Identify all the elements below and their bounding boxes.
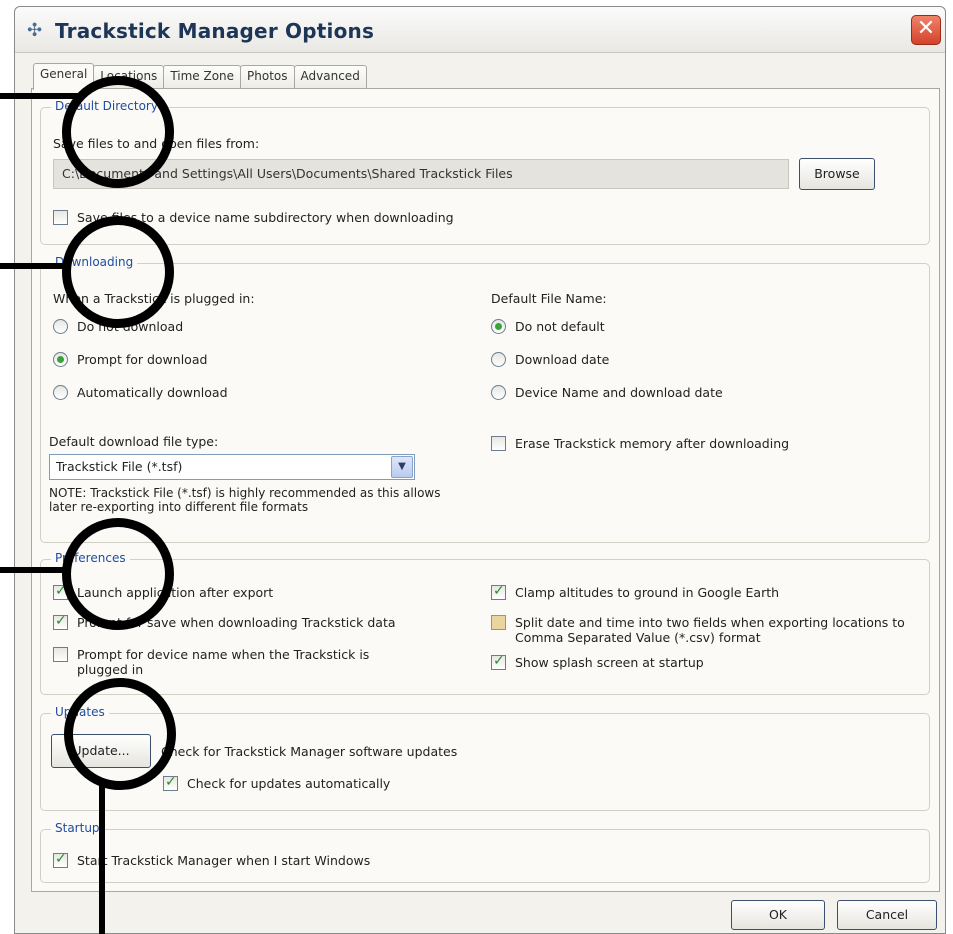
tab-advanced[interactable]: Advanced	[293, 65, 367, 89]
callout-circle	[62, 518, 174, 630]
default-file-name-label: Default File Name:	[491, 291, 607, 306]
splash-screen-label: Show splash screen at startup	[515, 655, 704, 670]
prompt-device-name-checkbox[interactable]	[53, 647, 68, 662]
auto-update-checkbox[interactable]	[163, 774, 178, 791]
close-button[interactable]: ✕	[911, 15, 941, 45]
callout-line	[0, 567, 68, 573]
callout-line	[99, 782, 105, 934]
start-with-windows-label: Start Trackstick Manager when I start Wi…	[77, 853, 371, 868]
auto-update-label: Check for updates automatically	[187, 776, 391, 791]
do-not-default-radio[interactable]	[491, 319, 506, 334]
window-title: Trackstick Manager Options	[55, 19, 375, 43]
split-date-time-label: Split date and time into two fields when…	[515, 615, 905, 645]
prompt-device-name-label: Prompt for device name when the Tracksti…	[77, 647, 370, 677]
title-bar[interactable]: ✣ Trackstick Manager Options ✕	[15, 7, 945, 53]
file-type-note: NOTE: Trackstick File (*.tsf) is highly …	[49, 486, 441, 514]
tab-photos[interactable]: Photos	[240, 65, 295, 89]
trackstick-app-icon: ✣	[27, 20, 43, 41]
device-name-date-label: Device Name and download date	[515, 385, 723, 400]
cancel-button[interactable]: Cancel	[837, 900, 937, 930]
downloading-group: Downloading When a Trackstick is plugged…	[40, 255, 930, 543]
device-name-date-radio[interactable]	[491, 385, 506, 400]
startup-group: Startup Start Trackstick Manager when I …	[40, 821, 930, 883]
general-tab-panel: Default Directory Save files to and open…	[31, 88, 940, 892]
file-type-label: Default download file type:	[49, 434, 219, 449]
erase-memory-label: Erase Trackstick memory after downloadin…	[515, 436, 790, 451]
callout-circle	[62, 216, 174, 328]
file-type-dropdown[interactable]: Trackstick File (*.tsf) ▼	[49, 454, 415, 480]
callout-line	[0, 93, 78, 99]
download-date-radio[interactable]	[491, 352, 506, 367]
callout-circle	[62, 76, 174, 188]
check-updates-label: Check for Trackstick Manager software up…	[161, 744, 458, 759]
prompt-for-download-label: Prompt for download	[77, 352, 208, 367]
file-type-value: Trackstick File (*.tsf)	[56, 459, 183, 474]
ok-button[interactable]: OK	[731, 900, 825, 930]
tab-strip: General Locations Time Zone Photos Advan…	[33, 63, 367, 90]
start-with-windows-checkbox[interactable]	[53, 851, 68, 868]
browse-button[interactable]: Browse	[799, 158, 875, 190]
do-not-download-radio[interactable]	[53, 319, 68, 334]
do-not-default-label: Do not default	[515, 319, 605, 334]
automatically-download-label: Automatically download	[77, 385, 228, 400]
prompt-for-download-radio[interactable]	[53, 352, 68, 367]
callout-line	[0, 263, 68, 269]
splash-screen-checkbox[interactable]	[491, 653, 506, 670]
clamp-altitudes-label: Clamp altitudes to ground in Google Eart…	[515, 585, 780, 600]
tab-time-zone[interactable]: Time Zone	[163, 65, 242, 89]
callout-circle	[64, 678, 176, 790]
startup-legend: Startup	[51, 821, 104, 835]
prompt-save-checkbox[interactable]	[53, 613, 68, 630]
subdirectory-checkbox[interactable]	[53, 210, 68, 225]
erase-memory-checkbox[interactable]	[491, 436, 506, 451]
clamp-altitudes-checkbox[interactable]	[491, 583, 506, 600]
download-date-label: Download date	[515, 352, 610, 367]
split-date-time-checkbox[interactable]	[491, 615, 506, 630]
chevron-down-icon[interactable]: ▼	[391, 456, 413, 478]
automatically-download-radio[interactable]	[53, 385, 68, 400]
